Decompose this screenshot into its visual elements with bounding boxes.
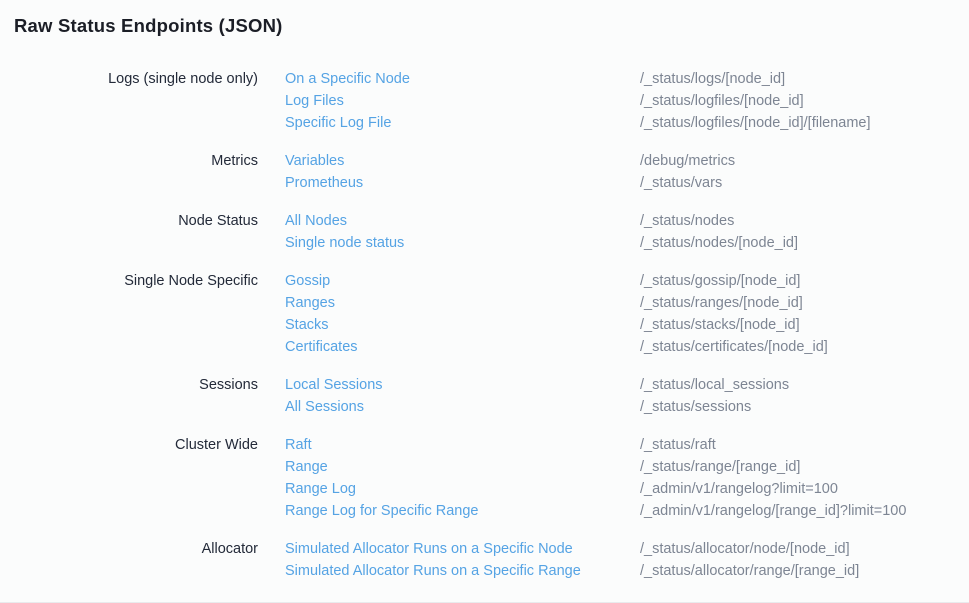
- endpoint-link[interactable]: Range: [285, 456, 640, 478]
- endpoint-row: Variables/debug/metrics: [285, 150, 735, 172]
- endpoint-row: Ranges/_status/ranges/[node_id]: [285, 292, 828, 314]
- category-label: Allocator: [0, 538, 258, 560]
- endpoint-row: Simulated Allocator Runs on a Specific R…: [285, 560, 859, 582]
- endpoint-groups: Logs (single node only) On a Specific Nod…: [0, 68, 969, 598]
- endpoint-path: /_status/logfiles/[node_id]/[filename]: [640, 112, 871, 134]
- endpoint-row: Range Log for Specific Range/_admin/v1/r…: [285, 500, 906, 522]
- endpoint-link[interactable]: On a Specific Node: [285, 68, 640, 90]
- endpoint-group: Node Status All Nodes/_status/nodesSingle…: [0, 210, 969, 254]
- category-label: Cluster Wide: [0, 434, 258, 456]
- endpoint-row: On a Specific Node/_status/logs/[node_id…: [285, 68, 871, 90]
- endpoint-entries: All Nodes/_status/nodesSingle node statu…: [285, 210, 798, 254]
- endpoint-link[interactable]: Range Log for Specific Range: [285, 500, 640, 522]
- endpoint-row: Raft/_status/raft: [285, 434, 906, 456]
- endpoint-link[interactable]: Single node status: [285, 232, 640, 254]
- endpoint-path: /_status/gossip/[node_id]: [640, 270, 800, 292]
- endpoint-path: /_status/nodes: [640, 210, 734, 232]
- endpoint-link[interactable]: Variables: [285, 150, 640, 172]
- endpoint-entries: Local Sessions/_status/local_sessionsAll…: [285, 374, 789, 418]
- category-label: Sessions: [0, 374, 258, 396]
- category-label: Metrics: [0, 150, 258, 172]
- endpoint-group: Cluster Wide Raft/_status/raftRange/_stat…: [0, 434, 969, 522]
- endpoint-path: /_admin/v1/rangelog/[range_id]?limit=100: [640, 500, 906, 522]
- endpoint-row: Specific Log File/_status/logfiles/[node…: [285, 112, 871, 134]
- endpoint-link[interactable]: Certificates: [285, 336, 640, 358]
- endpoint-row: All Nodes/_status/nodes: [285, 210, 798, 232]
- category-label: Node Status: [0, 210, 258, 232]
- endpoint-path: /_status/nodes/[node_id]: [640, 232, 798, 254]
- endpoint-entries: On a Specific Node/_status/logs/[node_id…: [285, 68, 871, 134]
- endpoint-row: Range Log/_admin/v1/rangelog?limit=100: [285, 478, 906, 500]
- endpoint-entries: Raft/_status/raftRange/_status/range/[ra…: [285, 434, 906, 522]
- endpoint-row: Gossip/_status/gossip/[node_id]: [285, 270, 828, 292]
- category-label: Logs (single node only): [0, 68, 258, 90]
- endpoint-path: /_status/range/[range_id]: [640, 456, 800, 478]
- endpoint-link[interactable]: Simulated Allocator Runs on a Specific R…: [285, 560, 640, 582]
- category-label: Single Node Specific: [0, 270, 258, 292]
- endpoint-entries: Gossip/_status/gossip/[node_id]Ranges/_s…: [285, 270, 828, 358]
- page-title: Raw Status Endpoints (JSON): [14, 13, 969, 38]
- endpoint-row: Certificates/_status/certificates/[node_…: [285, 336, 828, 358]
- endpoint-row: Single node status/_status/nodes/[node_i…: [285, 232, 798, 254]
- endpoint-path: /_status/raft: [640, 434, 716, 456]
- endpoint-link[interactable]: Range Log: [285, 478, 640, 500]
- endpoint-link[interactable]: All Nodes: [285, 210, 640, 232]
- endpoint-row: Log Files/_status/logfiles/[node_id]: [285, 90, 871, 112]
- endpoint-path: /_status/ranges/[node_id]: [640, 292, 803, 314]
- endpoint-link[interactable]: Raft: [285, 434, 640, 456]
- endpoint-link[interactable]: Prometheus: [285, 172, 640, 194]
- endpoint-path: /_status/certificates/[node_id]: [640, 336, 828, 358]
- endpoint-entries: Variables/debug/metricsPrometheus/_statu…: [285, 150, 735, 194]
- endpoint-link[interactable]: Stacks: [285, 314, 640, 336]
- endpoint-link[interactable]: Specific Log File: [285, 112, 640, 134]
- endpoint-row: Prometheus/_status/vars: [285, 172, 735, 194]
- endpoint-group: Single Node Specific Gossip/_status/gossi…: [0, 270, 969, 358]
- endpoint-row: Stacks/_status/stacks/[node_id]: [285, 314, 828, 336]
- endpoint-group: Metrics Variables/debug/metricsPrometheus…: [0, 150, 969, 194]
- endpoint-row: Simulated Allocator Runs on a Specific N…: [285, 538, 859, 560]
- endpoint-link[interactable]: Log Files: [285, 90, 640, 112]
- endpoint-path: /_status/allocator/node/[node_id]: [640, 538, 850, 560]
- endpoint-group: Logs (single node only) On a Specific Nod…: [0, 68, 969, 134]
- endpoint-link[interactable]: All Sessions: [285, 396, 640, 418]
- endpoint-path: /_status/stacks/[node_id]: [640, 314, 800, 336]
- endpoint-path: /_status/sessions: [640, 396, 751, 418]
- endpoint-link[interactable]: Simulated Allocator Runs on a Specific N…: [285, 538, 640, 560]
- endpoint-group: Sessions Local Sessions/_status/local_ses…: [0, 374, 969, 418]
- endpoint-link[interactable]: Local Sessions: [285, 374, 640, 396]
- endpoint-group: Allocator Simulated Allocator Runs on a S…: [0, 538, 969, 582]
- endpoint-path: /_admin/v1/rangelog?limit=100: [640, 478, 838, 500]
- endpoint-row: All Sessions/_status/sessions: [285, 396, 789, 418]
- endpoint-entries: Simulated Allocator Runs on a Specific N…: [285, 538, 859, 582]
- endpoint-path: /_status/vars: [640, 172, 722, 194]
- endpoint-path: /_status/local_sessions: [640, 374, 789, 396]
- endpoint-path: /_status/logfiles/[node_id]: [640, 90, 804, 112]
- endpoint-row: Range/_status/range/[range_id]: [285, 456, 906, 478]
- endpoint-row: Local Sessions/_status/local_sessions: [285, 374, 789, 396]
- endpoint-path: /debug/metrics: [640, 150, 735, 172]
- endpoint-path: /_status/allocator/range/[range_id]: [640, 560, 859, 582]
- endpoint-link[interactable]: Ranges: [285, 292, 640, 314]
- endpoint-link[interactable]: Gossip: [285, 270, 640, 292]
- endpoint-path: /_status/logs/[node_id]: [640, 68, 785, 90]
